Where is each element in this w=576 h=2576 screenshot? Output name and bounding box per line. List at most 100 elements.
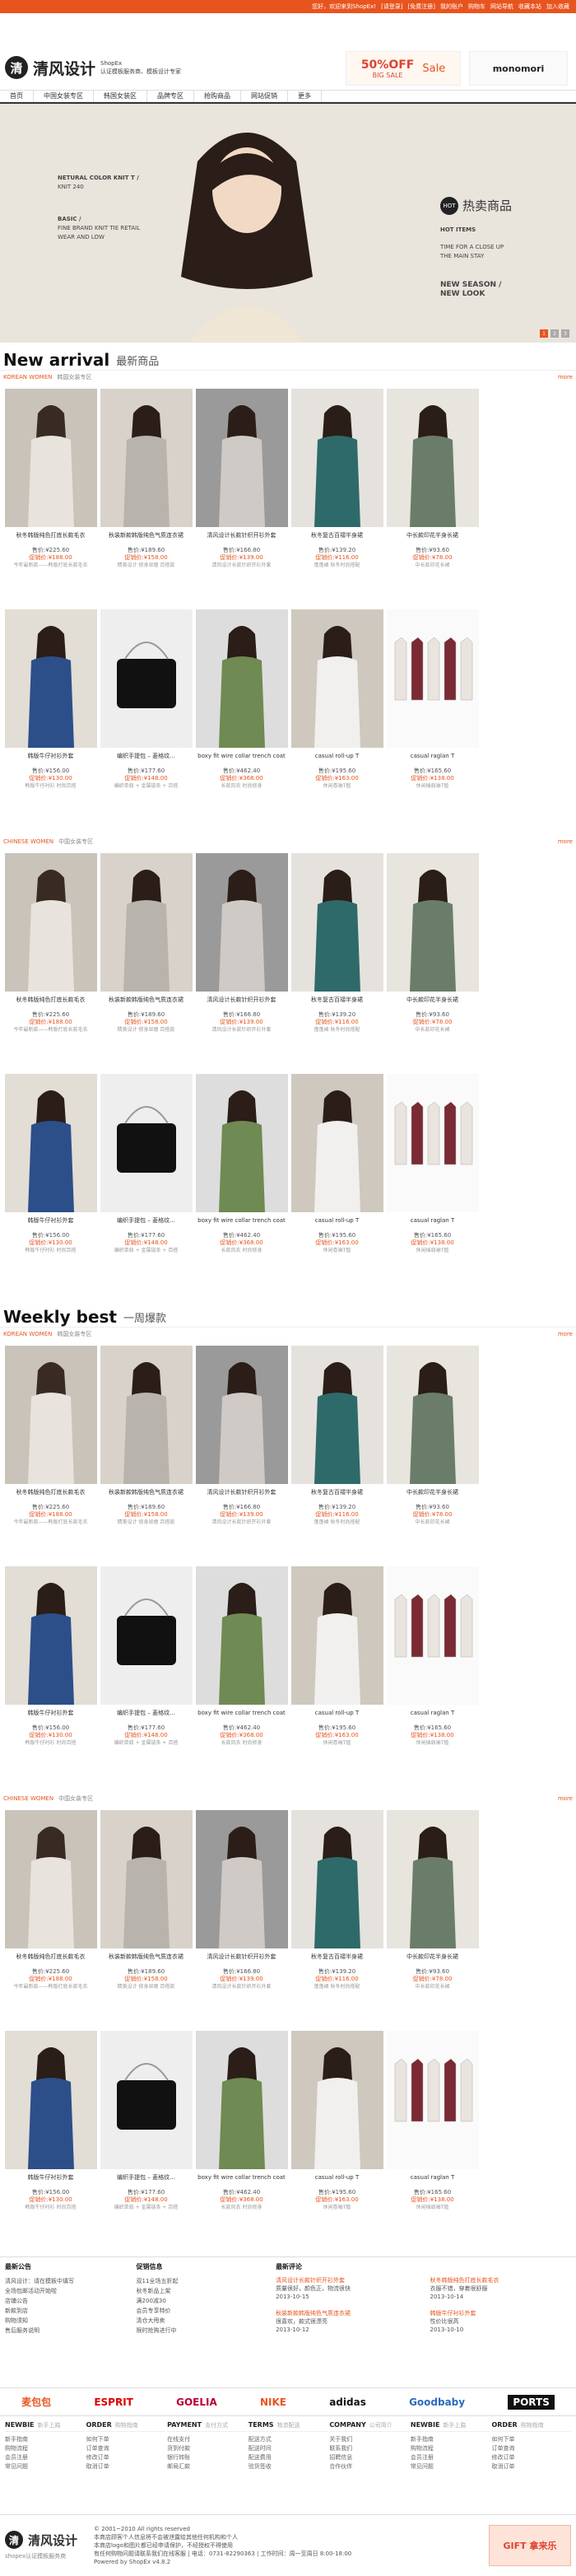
footer-link[interactable]: 取消订单 bbox=[491, 2462, 571, 2471]
product-name[interactable]: casual roll-up T bbox=[290, 2174, 384, 2189]
product-name[interactable]: 秋冬复古百褶半身裙 bbox=[290, 1489, 384, 1504]
nav-more[interactable]: 更多 bbox=[288, 91, 322, 102]
more-link[interactable]: more bbox=[558, 374, 573, 380]
product-image[interactable] bbox=[195, 609, 288, 748]
footer-link[interactable]: 购物流程 bbox=[5, 2444, 85, 2453]
product-card[interactable]: 秋装新款韩版纯色气质连衣裙 售价:¥189.60 促销价:¥158.00 精美设计 修… bbox=[99, 389, 193, 604]
footer-link[interactable]: 配送方式 bbox=[249, 2435, 328, 2444]
footer-link[interactable]: 订单查询 bbox=[491, 2444, 571, 2453]
footer-link[interactable]: 常见问题 bbox=[411, 2462, 490, 2471]
product-image[interactable] bbox=[290, 609, 383, 748]
product-image[interactable] bbox=[4, 853, 97, 992]
header-ad-sale[interactable]: 50%OFF BIG SALE Sale bbox=[346, 51, 461, 86]
product-image[interactable] bbox=[386, 389, 479, 527]
nav-korea-women[interactable]: 韩国女装区 bbox=[94, 91, 147, 102]
product-card[interactable]: 秋冬韩版纯色打底长款毛衣 售价:¥225.60 促销价:¥188.00 今年最新款——… bbox=[3, 1346, 98, 1561]
product-card[interactable]: 秋冬韩版纯色打底长款毛衣 售价:¥225.60 促销价:¥188.00 今年最新款——… bbox=[3, 853, 98, 1069]
footer-link[interactable]: 取消订单 bbox=[86, 2462, 166, 2471]
product-name[interactable]: 清风设计长款针织开衫外套 bbox=[194, 996, 289, 1011]
product-image[interactable] bbox=[195, 1346, 288, 1484]
product-image[interactable] bbox=[386, 2031, 479, 2169]
brand-logo[interactable]: adidas bbox=[329, 2396, 366, 2408]
product-card[interactable]: 清风设计长款针织开衫外套 售价:¥166.80 促销价:¥139.00 清风设计长款针… bbox=[194, 1810, 289, 2026]
promo-item[interactable]: 清仓大甩卖 bbox=[137, 2316, 268, 2326]
product-image[interactable] bbox=[4, 1074, 97, 1212]
footer-link[interactable]: 新手指南 bbox=[5, 2435, 85, 2444]
more-link[interactable]: more bbox=[558, 1331, 573, 1337]
login-link[interactable]: [请登录] bbox=[381, 2, 402, 11]
product-name[interactable]: 中长款印花半身长裙 bbox=[385, 532, 480, 547]
nav-promotion[interactable]: 网站促销 bbox=[241, 91, 288, 102]
footer-link[interactable]: 联系我们 bbox=[329, 2444, 409, 2453]
nav-flash-sale[interactable]: 抢购商品 bbox=[194, 91, 241, 102]
nav-brands[interactable]: 品牌专区 bbox=[147, 91, 194, 102]
product-name[interactable]: 秋冬复古百褶半身裙 bbox=[290, 532, 384, 547]
footer-link[interactable]: 修改订单 bbox=[86, 2453, 166, 2462]
nav-home[interactable]: 首页 bbox=[0, 91, 34, 102]
product-card[interactable]: casual roll-up T 售价:¥195.60 促销价:¥163.00 休闲卷… bbox=[290, 1566, 384, 1782]
brand-logo[interactable]: PORTS bbox=[508, 2394, 555, 2410]
product-name[interactable]: boxy fit wire collar trench coat bbox=[194, 1217, 289, 1232]
product-card[interactable]: 秋装新款韩版纯色气质连衣裙 售价:¥189.60 促销价:¥158.00 精美设计 修… bbox=[99, 1810, 193, 2026]
footer-link[interactable]: 邮局汇款 bbox=[167, 2462, 247, 2471]
product-name[interactable]: casual raglan T bbox=[385, 753, 480, 768]
product-card[interactable]: casual roll-up T 售价:¥195.60 促销价:¥163.00 休闲卷… bbox=[290, 609, 384, 825]
product-image[interactable] bbox=[100, 853, 193, 992]
product-image[interactable] bbox=[290, 1810, 383, 1948]
hero-dot[interactable]: 1 bbox=[540, 329, 548, 338]
footer-link[interactable]: 招聘信息 bbox=[329, 2453, 409, 2462]
product-name[interactable]: 秋装新款韩版纯色气质连衣裙 bbox=[99, 1489, 193, 1504]
product-image[interactable] bbox=[195, 1074, 288, 1212]
product-card[interactable]: 秋冬复古百褶半身裙 售价:¥139.20 促销价:¥116.00 蓬蓬裙 秋冬时尚搭配 bbox=[290, 1810, 384, 2026]
product-name[interactable]: 韩版牛仔衬衫外套 bbox=[3, 2174, 98, 2189]
footer-link[interactable]: 会员注册 bbox=[411, 2453, 490, 2462]
product-name[interactable]: casual roll-up T bbox=[290, 1710, 384, 1724]
product-name[interactable]: 秋装新款韩版纯色气质连衣裙 bbox=[99, 532, 193, 547]
hero-dot[interactable]: 2 bbox=[550, 329, 559, 338]
product-name[interactable]: 编织手提包 – 菱格纹... bbox=[99, 753, 193, 768]
product-name[interactable]: casual roll-up T bbox=[290, 753, 384, 768]
promo-item[interactable]: 双11全场五折起 bbox=[137, 2276, 268, 2286]
footer-link[interactable]: 货到付款 bbox=[167, 2444, 247, 2453]
notice-item[interactable]: 全场包邮活动开始啦 bbox=[5, 2286, 128, 2296]
comment-item[interactable]: 韩版牛仔衬衫外套 性价比很高 2013-10-10 bbox=[430, 2309, 571, 2334]
promo-item[interactable]: 会员专享特价 bbox=[137, 2306, 268, 2316]
product-name[interactable]: 清风设计长款针织开衫外套 bbox=[194, 532, 289, 547]
product-card[interactable]: 秋冬韩版纯色打底长款毛衣 售价:¥225.60 促销价:¥188.00 今年最新款——… bbox=[3, 1810, 98, 2026]
product-image[interactable] bbox=[386, 853, 479, 992]
brand-logo[interactable]: ESPRIT bbox=[94, 2396, 133, 2408]
hero-banner[interactable]: NETURAL COLOR KNIT T / KNIT 240 BASIC / … bbox=[0, 104, 576, 343]
product-name[interactable]: 秋冬韩版纯色打底长款毛衣 bbox=[3, 532, 98, 547]
footer-link[interactable]: 配送费用 bbox=[249, 2453, 328, 2462]
footer-link[interactable]: 银行转账 bbox=[167, 2453, 247, 2462]
product-card[interactable]: boxy fit wire collar trench coat 售价:¥462.… bbox=[194, 609, 289, 825]
product-name[interactable]: boxy fit wire collar trench coat bbox=[194, 2174, 289, 2189]
product-image[interactable] bbox=[386, 1346, 479, 1484]
product-image[interactable] bbox=[100, 1074, 193, 1212]
product-image[interactable] bbox=[4, 389, 97, 527]
product-card[interactable]: 秋冬复古百褶半身裙 售价:¥139.20 促销价:¥116.00 蓬蓬裙 秋冬时尚搭配 bbox=[290, 389, 384, 604]
product-card[interactable]: boxy fit wire collar trench coat 售价:¥462.… bbox=[194, 1074, 289, 1290]
footer-link[interactable]: 会员注册 bbox=[5, 2453, 85, 2462]
product-name[interactable]: 秋冬韩版纯色打底长款毛衣 bbox=[3, 1489, 98, 1504]
product-card[interactable]: 韩版牛仔衬衫外套 售价:¥156.00 促销价:¥130.00 韩版牛仔衬衫 时尚百搭 bbox=[3, 1566, 98, 1782]
notice-item[interactable]: 新款到店 bbox=[5, 2306, 128, 2316]
product-name[interactable]: 中长款印花半身长裙 bbox=[385, 1953, 480, 1968]
product-card[interactable]: 中长款印花半身长裙 售价:¥93.60 促销价:¥78.00 中长款印花长裙 bbox=[385, 1346, 480, 1561]
more-link[interactable]: more bbox=[558, 838, 573, 845]
product-image[interactable] bbox=[4, 609, 97, 748]
notice-item[interactable]: 清风设计：请在模板中填写 bbox=[5, 2276, 128, 2286]
footer-link[interactable]: 在线支付 bbox=[167, 2435, 247, 2444]
product-image[interactable] bbox=[386, 609, 479, 748]
product-name[interactable]: 秋冬韩版纯色打底长款毛衣 bbox=[3, 1953, 98, 1968]
footer-link[interactable]: 订单查询 bbox=[86, 2444, 166, 2453]
footer-link[interactable]: 配送时间 bbox=[249, 2444, 328, 2453]
product-card[interactable]: 编织手提包 – 菱格纹... 售价:¥177.60 促销价:¥148.00 编织单肩 … bbox=[99, 1074, 193, 1290]
product-card[interactable]: casual raglan T 售价:¥165.60 促销价:¥138.00 休闲插肩… bbox=[385, 1566, 480, 1782]
product-name[interactable]: 编织手提包 – 菱格纹... bbox=[99, 2174, 193, 2189]
product-image[interactable] bbox=[100, 389, 193, 527]
footer-link[interactable]: 常见问题 bbox=[5, 2462, 85, 2471]
promo-item[interactable]: 限时抢购进行中 bbox=[137, 2326, 268, 2336]
product-card[interactable]: 编织手提包 – 菱格纹... 售价:¥177.60 促销价:¥148.00 编织单肩 … bbox=[99, 609, 193, 825]
product-image[interactable] bbox=[195, 1810, 288, 1948]
